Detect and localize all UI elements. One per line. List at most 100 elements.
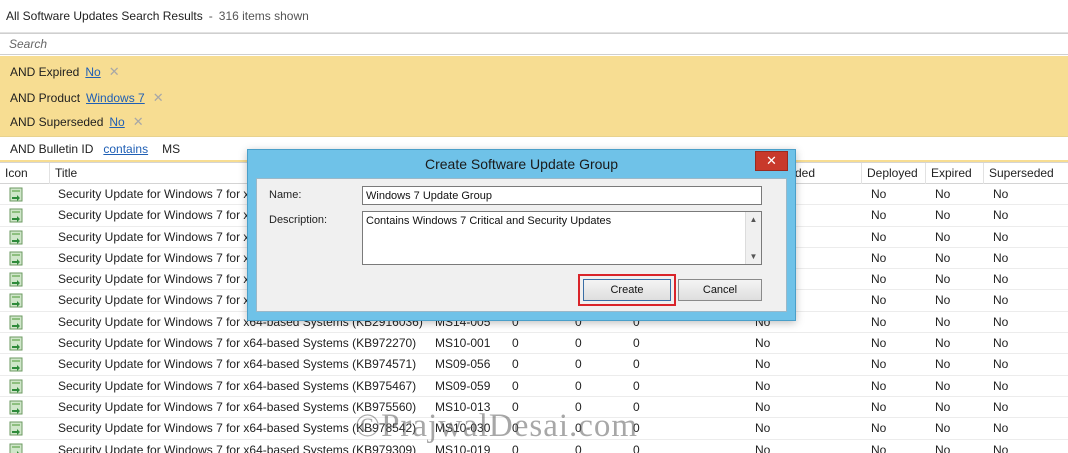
criterion-value-link[interactable]: No: [85, 65, 100, 79]
criterion-product: AND Product Windows 7 ✕: [10, 88, 164, 108]
description-textarea[interactable]: Contains Windows 7 Critical and Security…: [362, 211, 762, 265]
cell-superseded: No: [993, 272, 1009, 287]
table-row[interactable]: Security Update for Windows 7 for x64-ba…: [0, 440, 1068, 453]
column-header-expired[interactable]: Expired: [926, 163, 984, 184]
table-row[interactable]: Security Update for Windows 7 for x64-ba…: [0, 376, 1068, 397]
column-header-title[interactable]: Title ▲: [50, 163, 290, 184]
cell-superseded: No: [993, 250, 1009, 265]
cell-expired: No: [935, 378, 951, 393]
software-update-icon: [9, 357, 23, 372]
cell-c3: 0: [633, 378, 640, 393]
cell-superseded: No: [993, 293, 1009, 308]
cell-c3: 0: [633, 442, 640, 453]
search-input[interactable]: [0, 34, 1068, 54]
cell-deployed: No: [871, 293, 887, 308]
cell-superseded: No: [993, 187, 1009, 201]
cell-deployed: No: [871, 229, 887, 244]
create-button[interactable]: Create: [583, 279, 671, 301]
cell-title: Security Update for Windows 7 for x64-ba…: [58, 442, 417, 453]
cell-superseded: No: [993, 336, 1009, 351]
criterion-value-link[interactable]: No: [109, 115, 124, 129]
column-header-deployed[interactable]: Deployed: [862, 163, 926, 184]
remove-criterion-icon[interactable]: ✕: [133, 114, 144, 130]
cell-title: Security Update for Windows 7 for x64-ba…: [58, 378, 417, 393]
cell-c3: 0: [633, 421, 640, 436]
cell-deployed: No: [871, 250, 887, 265]
results-title-bar: All Software Updates Search Results - 31…: [0, 0, 1068, 33]
cell-c1: 0: [512, 399, 519, 414]
description-scrollbar[interactable]: ▲ ▼: [745, 212, 761, 264]
cell-c1: 0: [512, 442, 519, 453]
criterion-expired: AND Expired No ✕: [10, 62, 120, 82]
cell-expired: No: [935, 293, 951, 308]
cell-c1: 0: [512, 336, 519, 351]
cell-c2: 0: [575, 421, 582, 436]
cell-c1: 0: [512, 357, 519, 372]
group-name-input[interactable]: [362, 186, 762, 205]
cell-c2: 0: [575, 399, 582, 414]
software-update-icon: [9, 400, 23, 415]
dialog-title: Create Software Update Group: [425, 156, 618, 172]
scroll-up-icon[interactable]: ▲: [746, 212, 761, 227]
cell-expired: No: [935, 229, 951, 244]
software-update-icon: [9, 443, 23, 453]
remove-criterion-icon[interactable]: ✕: [109, 64, 120, 80]
table-row[interactable]: Security Update for Windows 7 for x64-ba…: [0, 333, 1068, 355]
cell-deployed: No: [871, 314, 887, 329]
criterion-text-value[interactable]: MS: [162, 142, 180, 156]
software-update-icon: [9, 293, 23, 308]
software-update-icon: [9, 379, 23, 394]
cell-title: Security Update for Windows 7 for x64-ba…: [58, 399, 417, 414]
cell-expired: No: [935, 272, 951, 287]
cell-downloaded: No: [755, 336, 771, 351]
column-header-icon[interactable]: Icon: [0, 163, 50, 184]
cell-bulletin: MS10-019: [435, 442, 491, 453]
cell-deployed: No: [871, 442, 887, 453]
cell-expired: No: [935, 399, 951, 414]
criterion-label: AND Product: [10, 91, 81, 105]
description-label: Description:: [269, 214, 328, 226]
cell-downloaded: No: [755, 399, 771, 414]
table-row[interactable]: Security Update for Windows 7 for x64-ba…: [0, 397, 1068, 419]
close-icon[interactable]: ✕: [755, 151, 788, 171]
criterion-superseded: AND Superseded No ✕: [10, 112, 144, 132]
criterion-value-link[interactable]: Windows 7: [86, 91, 145, 105]
cell-deployed: No: [871, 272, 887, 287]
cell-bulletin: MS10-030: [435, 421, 491, 436]
cell-superseded: No: [993, 229, 1009, 244]
criterion-label: AND Superseded: [10, 115, 104, 129]
software-update-icon: [9, 315, 23, 330]
software-update-icon: [9, 421, 23, 436]
cell-downloaded: No: [755, 378, 771, 393]
cell-superseded: No: [993, 314, 1009, 329]
cell-c3: 0: [633, 336, 640, 351]
cancel-button[interactable]: Cancel: [678, 279, 762, 301]
column-header-title-label: Title: [55, 166, 78, 180]
table-row[interactable]: Security Update for Windows 7 for x64-ba…: [0, 354, 1068, 376]
cell-deployed: No: [871, 378, 887, 393]
cell-c1: 0: [512, 421, 519, 436]
criterion-operator-link[interactable]: contains: [103, 142, 148, 156]
cell-expired: No: [935, 314, 951, 329]
column-header-downloaded[interactable]: ded: [790, 163, 862, 184]
scroll-down-icon[interactable]: ▼: [746, 249, 761, 264]
name-label: Name:: [269, 189, 302, 201]
cell-bulletin: MS10-001: [435, 336, 491, 351]
cell-superseded: No: [993, 442, 1009, 453]
cell-bulletin: MS10-013: [435, 399, 491, 414]
table-row[interactable]: Security Update for Windows 7 for x64-ba…: [0, 418, 1068, 440]
cell-expired: No: [935, 336, 951, 351]
cell-expired: No: [935, 442, 951, 453]
items-count: 316 items shown: [218, 9, 309, 23]
column-header-superseded[interactable]: Superseded: [984, 163, 1068, 184]
cell-downloaded: No: [755, 442, 771, 453]
remove-criterion-icon[interactable]: ✕: [153, 90, 164, 106]
cell-expired: No: [935, 187, 951, 201]
cell-title: Security Update for Windows 7 for x64-ba…: [58, 357, 417, 372]
search-criteria-panel: AND Expired No ✕ AND Product Windows 7 ✕…: [0, 56, 1068, 162]
cell-deployed: No: [871, 187, 887, 201]
search-bar: [0, 33, 1068, 55]
cell-superseded: No: [993, 357, 1009, 372]
cell-deployed: No: [871, 357, 887, 372]
cell-superseded: No: [993, 208, 1009, 223]
